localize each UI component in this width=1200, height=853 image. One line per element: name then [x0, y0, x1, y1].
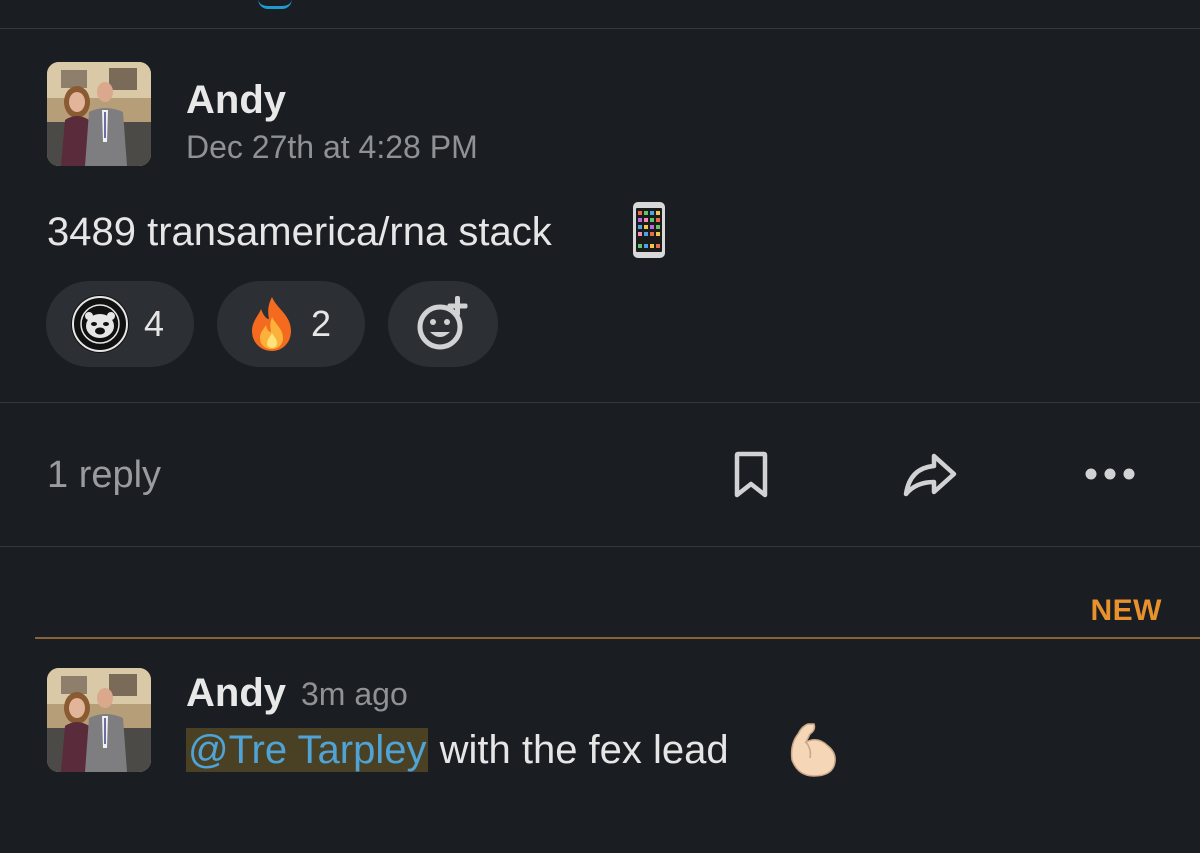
reply-timestamp[interactable]: 3m ago [301, 678, 408, 710]
fire-emoji-icon [252, 297, 291, 351]
add-reaction-button[interactable] [388, 281, 498, 367]
reply-author-name[interactable]: Andy [186, 673, 286, 713]
reply-author-avatar[interactable] [47, 668, 151, 772]
previous-message-remnant [0, 0, 1200, 29]
reply-text: with the fex lead [428, 728, 729, 772]
more-icon[interactable] [1084, 466, 1136, 482]
author-avatar[interactable] [47, 62, 151, 166]
bookmark-icon[interactable] [732, 451, 770, 499]
avatar-photo [47, 62, 151, 166]
reply-body: @Tre Tarpley with the fex lead [186, 728, 729, 772]
bear-badge-emoji-icon [71, 295, 129, 353]
previous-message-link-fragment [258, 0, 292, 9]
reaction-count: 2 [311, 303, 332, 344]
add-reaction-icon [417, 296, 468, 350]
message-body: 3489 transamerica/rna stack [47, 212, 552, 252]
reply-count-link[interactable]: 1 reply [47, 456, 161, 494]
divider [0, 546, 1200, 547]
divider [0, 402, 1200, 403]
new-messages-line [35, 637, 1200, 639]
message-timestamp[interactable]: Dec 27th at 4:28 PM [186, 131, 478, 163]
reaction-bear-badge[interactable]: 4 [46, 281, 194, 367]
flexed-biceps-icon [790, 723, 836, 777]
share-icon[interactable] [902, 452, 958, 498]
reaction-fire[interactable]: 2 [217, 281, 365, 367]
user-mention[interactable]: @Tre Tarpley [186, 728, 429, 772]
author-name[interactable]: Andy [186, 80, 286, 120]
new-messages-label: NEW [1090, 594, 1162, 627]
avatar-photo [47, 668, 151, 772]
reaction-count: 4 [144, 303, 165, 344]
message-text: 3489 transamerica/rna stack [47, 210, 552, 254]
mobile-phone-icon [633, 202, 665, 258]
